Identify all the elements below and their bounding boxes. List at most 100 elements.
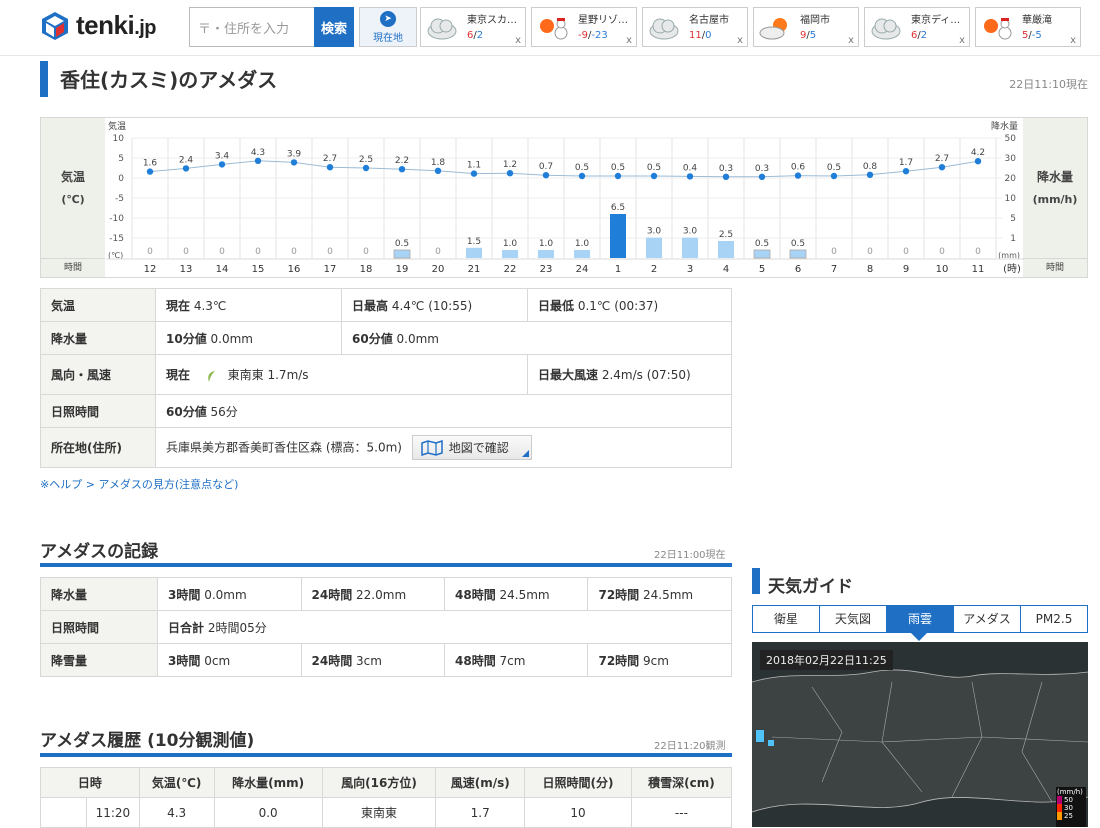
record-divider — [40, 563, 732, 567]
wind-direction-icon — [208, 370, 215, 382]
history-header-rain: 降水量(mm) — [213, 767, 323, 798]
address-row: 所在地(住所) 兵庫県美方郡香美町香住区森 (標高：5.0m) 地図で確認 — [40, 427, 732, 468]
hour-tick-label: 19 — [396, 264, 409, 275]
rain60-key: 60分値 — [352, 331, 393, 346]
hour-tick-label: 7 — [831, 264, 837, 275]
rain-value-label: 6.5 — [611, 203, 625, 213]
updated-time: 22日11:10現在 — [1009, 78, 1088, 91]
temp-value-label: 4.3 — [251, 148, 265, 158]
close-card-icon[interactable]: x — [959, 35, 965, 46]
weather-card-low: -23 — [591, 30, 608, 41]
rain-value-label: 1.0 — [539, 239, 554, 249]
temp-point — [650, 172, 658, 180]
weather-card[interactable]: 東京ディ… 6/2 x — [864, 7, 970, 47]
record-title: アメダスの記録 — [40, 542, 159, 562]
temp-value-label: 1.1 — [467, 161, 481, 171]
wind-now-value: 東南東 1.7m/s — [227, 368, 309, 382]
close-card-icon[interactable]: x — [515, 35, 521, 46]
legend-30: 30 — [1064, 804, 1073, 812]
temp-point — [614, 172, 622, 180]
rain-tick-label: 30 — [1005, 154, 1017, 164]
temp-value-label: 0.3 — [719, 164, 733, 174]
record-cell-key: 72時間 — [598, 587, 640, 602]
temp-point — [938, 164, 946, 171]
temp-point — [866, 171, 874, 178]
rain-value-label: 0 — [183, 247, 189, 257]
record-cell-key: 3時間 — [168, 587, 201, 602]
address-row-label: 所在地(住所) — [40, 427, 156, 468]
sunshine-value: 56分 — [210, 404, 238, 419]
weather-card-low: 2 — [920, 30, 928, 41]
rain-value-label: 0 — [363, 247, 369, 257]
current-location-label: 現在地 — [373, 33, 403, 44]
rain-value-label: 0 — [939, 247, 945, 257]
map-confirm-label: 地図で確認 — [448, 440, 509, 455]
temp-point — [506, 170, 514, 177]
tab-amedas[interactable]: アメダス — [954, 606, 1021, 632]
tab-pm25[interactable]: PM2.5 — [1021, 606, 1087, 632]
search-button[interactable]: 検索 — [314, 7, 354, 47]
rain-value-label: 0 — [975, 247, 981, 257]
search-input[interactable]: 〒・住所を入力 — [189, 7, 314, 47]
history-cell-temp: 4.3 — [138, 797, 215, 828]
rain-bar — [466, 247, 482, 258]
temp-value-label: 0.4 — [683, 163, 698, 173]
sunshine-row: 日照時間 60分値 56分 — [40, 394, 732, 428]
rain-value-label: 0 — [435, 247, 441, 257]
record-cell: 48時間 7cm — [443, 643, 589, 677]
temp-point — [218, 161, 226, 168]
temp-value-label: 3.4 — [215, 151, 230, 161]
temp-value-label: 0.5 — [575, 163, 589, 173]
record-cell: 24時間 3cm — [300, 643, 446, 677]
hour-tick-label: 16 — [288, 264, 301, 275]
weather-card[interactable]: 福岡市 9/5 x — [753, 7, 859, 47]
temp-row: 気温 現在 4.3℃ 日最高 4.4℃ (10:55) 日最低 0.1℃ (00… — [40, 288, 732, 322]
record-cell: 日合計 2時間05分 — [157, 610, 732, 644]
time-label-left: 時間 — [41, 258, 105, 277]
corner-triangle-icon — [521, 450, 529, 458]
close-card-icon[interactable]: x — [626, 35, 632, 46]
weather-card[interactable]: 華厳滝 5/-5 x — [975, 7, 1081, 47]
record-cell: 48時間 24.5mm — [443, 577, 589, 611]
record-cell: 3時間 0cm — [157, 643, 302, 677]
rain-bar — [682, 237, 698, 258]
record-row-label: 降水量 — [39, 577, 159, 611]
close-card-icon[interactable]: x — [1070, 35, 1076, 46]
logo-suffix: .jp — [134, 17, 157, 39]
history-cell-wind-speed: 1.7 — [435, 797, 526, 828]
tenki-logo[interactable]: tenki.jp — [40, 10, 157, 41]
weather-card[interactable]: 星野リゾ… -9/-23 x — [531, 7, 637, 47]
tab-weather-map[interactable]: 天気図 — [820, 606, 887, 632]
weather-card-temps: 11/0 — [689, 30, 711, 41]
history-title: アメダス履歴 (10分観測値) — [40, 731, 255, 751]
rain-legend: (mm/h) 50 30 25 — [1056, 787, 1086, 827]
current-location-button[interactable]: ➤ 現在地 — [359, 7, 417, 47]
close-card-icon[interactable]: x — [848, 35, 854, 46]
rain-value-label: 0 — [255, 247, 261, 257]
rain-bar — [646, 237, 662, 258]
wind-row: 風向・風速 現在 東南東 1.7m/s 日最大風速 2.4m/s (07:50) — [40, 354, 732, 395]
tab-rain-cloud[interactable]: 雨雲 — [887, 606, 954, 632]
cloudy-icon — [647, 14, 679, 42]
map-confirm-button[interactable]: 地図で確認 — [411, 434, 532, 461]
temp-tick-label: -15 — [109, 234, 124, 244]
temp-point — [362, 164, 370, 172]
weather-card-name: 華厳滝 — [1022, 15, 1052, 26]
weather-card-high: -9 — [578, 30, 588, 41]
hour-tick-label: 9 — [903, 264, 909, 275]
weather-card[interactable]: 東京スカ… 6/2 x — [420, 7, 526, 47]
record-cell-key: 72時間 — [598, 653, 640, 668]
weather-card-low: 5 — [809, 30, 817, 41]
close-card-icon[interactable]: x — [737, 35, 743, 46]
help-link[interactable]: ※ヘルプ > アメダスの見方(注意点など) — [40, 476, 238, 492]
wind-row-label: 風向・風速 — [40, 354, 156, 395]
hour-tick-label: 11 — [972, 264, 985, 275]
temp-point — [182, 165, 190, 172]
temp-point — [470, 170, 478, 177]
rain-cloud-map[interactable]: 2018年02月22日11:25 (mm/h) 50 30 25 — [752, 642, 1088, 827]
temp-value-label: 1.8 — [431, 158, 446, 168]
temp-point — [830, 172, 838, 180]
weather-card-temps: 6/2 — [911, 30, 927, 41]
weather-card[interactable]: 名古屋市 11/0 x — [642, 7, 748, 47]
tab-satellite[interactable]: 衛星 — [753, 606, 820, 632]
